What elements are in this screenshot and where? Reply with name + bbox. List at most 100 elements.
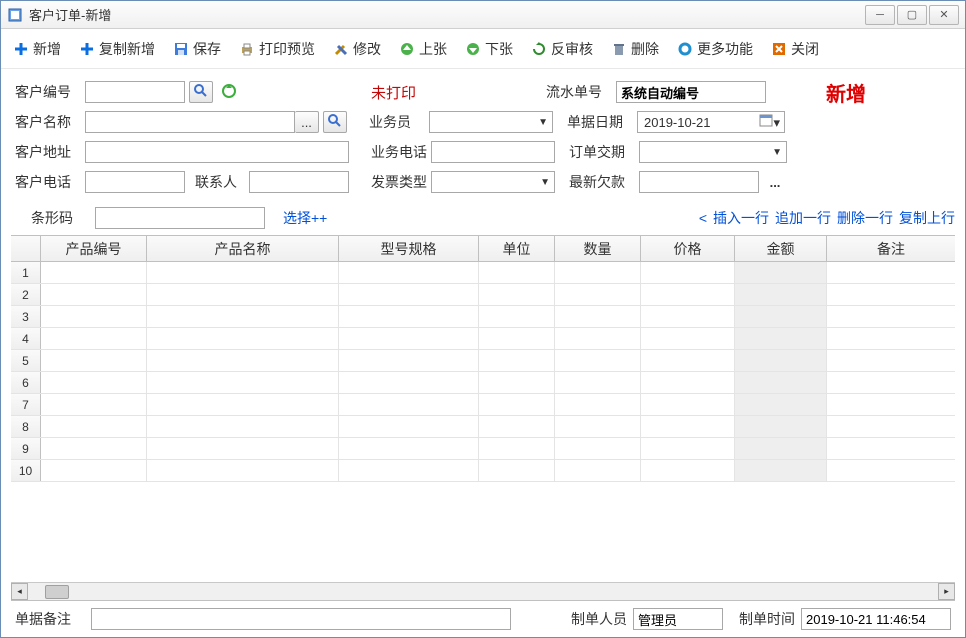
append-row-link[interactable]: 追加一行 [775, 208, 831, 228]
cell-qty[interactable] [555, 262, 641, 283]
select-link[interactable]: 选择++ [283, 208, 327, 228]
cell-model[interactable] [339, 284, 479, 305]
cell-remark[interactable] [827, 328, 955, 349]
save-button[interactable]: 保存 [173, 39, 221, 59]
barcode-input[interactable] [95, 207, 265, 229]
cell-amount[interactable] [735, 416, 827, 437]
cell-product-name[interactable] [147, 306, 339, 327]
cell-product-code[interactable] [41, 284, 147, 305]
cell-amount[interactable] [735, 350, 827, 371]
table-row[interactable]: 4 [11, 328, 955, 350]
new-button[interactable]: 新增 [13, 39, 61, 59]
cell-product-code[interactable] [41, 460, 147, 481]
cell-price[interactable] [641, 328, 735, 349]
cust-name-lookup-button[interactable] [323, 111, 347, 133]
col-price[interactable]: 价格 [641, 236, 735, 261]
delete-button[interactable]: 删除 [611, 39, 659, 59]
cell-remark[interactable] [827, 416, 955, 437]
cell-qty[interactable] [555, 284, 641, 305]
grid-body[interactable]: 12345678910 [11, 262, 955, 582]
make-time-input[interactable] [801, 608, 951, 630]
cell-product-name[interactable] [147, 262, 339, 283]
cell-unit[interactable] [479, 372, 555, 393]
latest-arrears-input[interactable] [639, 171, 759, 193]
cell-unit[interactable] [479, 306, 555, 327]
cell-unit[interactable] [479, 284, 555, 305]
cell-product-name[interactable] [147, 460, 339, 481]
cust-name-ellipsis-button[interactable]: ... [295, 111, 319, 133]
cell-amount[interactable] [735, 438, 827, 459]
col-product-name[interactable]: 产品名称 [147, 236, 339, 261]
cell-product-code[interactable] [41, 328, 147, 349]
cell-product-code[interactable] [41, 350, 147, 371]
cell-unit[interactable] [479, 438, 555, 459]
cell-model[interactable] [339, 306, 479, 327]
col-amount[interactable]: 金额 [735, 236, 827, 261]
cell-qty[interactable] [555, 328, 641, 349]
cell-model[interactable] [339, 372, 479, 393]
serial-no-input[interactable] [616, 81, 766, 103]
cell-remark[interactable] [827, 394, 955, 415]
cell-amount[interactable] [735, 328, 827, 349]
cell-price[interactable] [641, 306, 735, 327]
cell-unit[interactable] [479, 328, 555, 349]
print-preview-button[interactable]: 打印预览 [239, 39, 315, 59]
cell-product-name[interactable] [147, 328, 339, 349]
cell-amount[interactable] [735, 284, 827, 305]
cell-qty[interactable] [555, 372, 641, 393]
cell-qty[interactable] [555, 416, 641, 437]
cell-amount[interactable] [735, 460, 827, 481]
copy-new-button[interactable]: 复制新增 [79, 39, 155, 59]
table-row[interactable]: 2 [11, 284, 955, 306]
maker-input[interactable] [633, 608, 723, 630]
cell-price[interactable] [641, 284, 735, 305]
cell-price[interactable] [641, 394, 735, 415]
cell-product-code[interactable] [41, 306, 147, 327]
cell-unit[interactable] [479, 350, 555, 371]
cell-qty[interactable] [555, 394, 641, 415]
scroll-left-button[interactable]: ◂ [11, 583, 28, 600]
cust-addr-input[interactable] [85, 141, 349, 163]
maximize-button[interactable]: ▢ [897, 5, 927, 25]
cell-remark[interactable] [827, 306, 955, 327]
close-button[interactable]: 关闭 [771, 39, 819, 59]
cell-unit[interactable] [479, 394, 555, 415]
cust-tel-input[interactable] [85, 171, 185, 193]
minimize-button[interactable]: ─ [865, 5, 895, 25]
contact-input[interactable] [249, 171, 349, 193]
close-window-button[interactable]: ✕ [929, 5, 959, 25]
cell-product-code[interactable] [41, 438, 147, 459]
cell-price[interactable] [641, 372, 735, 393]
insert-row-link[interactable]: 插入一行 [713, 208, 769, 228]
cell-model[interactable] [339, 438, 479, 459]
table-row[interactable]: 1 [11, 262, 955, 284]
cell-remark[interactable] [827, 284, 955, 305]
copy-prev-row-link[interactable]: 复制上行 [899, 208, 955, 228]
cell-unit[interactable] [479, 416, 555, 437]
cell-product-name[interactable] [147, 284, 339, 305]
cell-model[interactable] [339, 394, 479, 415]
cell-product-code[interactable] [41, 372, 147, 393]
cell-amount[interactable] [735, 372, 827, 393]
cell-product-code[interactable] [41, 394, 147, 415]
cell-amount[interactable] [735, 394, 827, 415]
cell-remark[interactable] [827, 350, 955, 371]
cell-product-name[interactable] [147, 438, 339, 459]
scroll-thumb[interactable] [45, 585, 69, 599]
table-row[interactable]: 8 [11, 416, 955, 438]
cust-code-refresh-button[interactable] [217, 81, 241, 103]
cell-qty[interactable] [555, 350, 641, 371]
col-unit[interactable]: 单位 [479, 236, 555, 261]
salesman-combo[interactable]: ▼ [429, 111, 553, 133]
cell-model[interactable] [339, 460, 479, 481]
scroll-right-button[interactable]: ▸ [938, 583, 955, 600]
cell-product-code[interactable] [41, 416, 147, 437]
cust-name-input[interactable] [85, 111, 295, 133]
prev-button[interactable]: 上张 [399, 39, 447, 59]
next-button[interactable]: 下张 [465, 39, 513, 59]
more-button[interactable]: 更多功能 [677, 39, 753, 59]
horizontal-scrollbar[interactable]: ◂ ▸ [11, 582, 955, 600]
modify-button[interactable]: 修改 [333, 39, 381, 59]
cell-model[interactable] [339, 328, 479, 349]
cell-price[interactable] [641, 460, 735, 481]
